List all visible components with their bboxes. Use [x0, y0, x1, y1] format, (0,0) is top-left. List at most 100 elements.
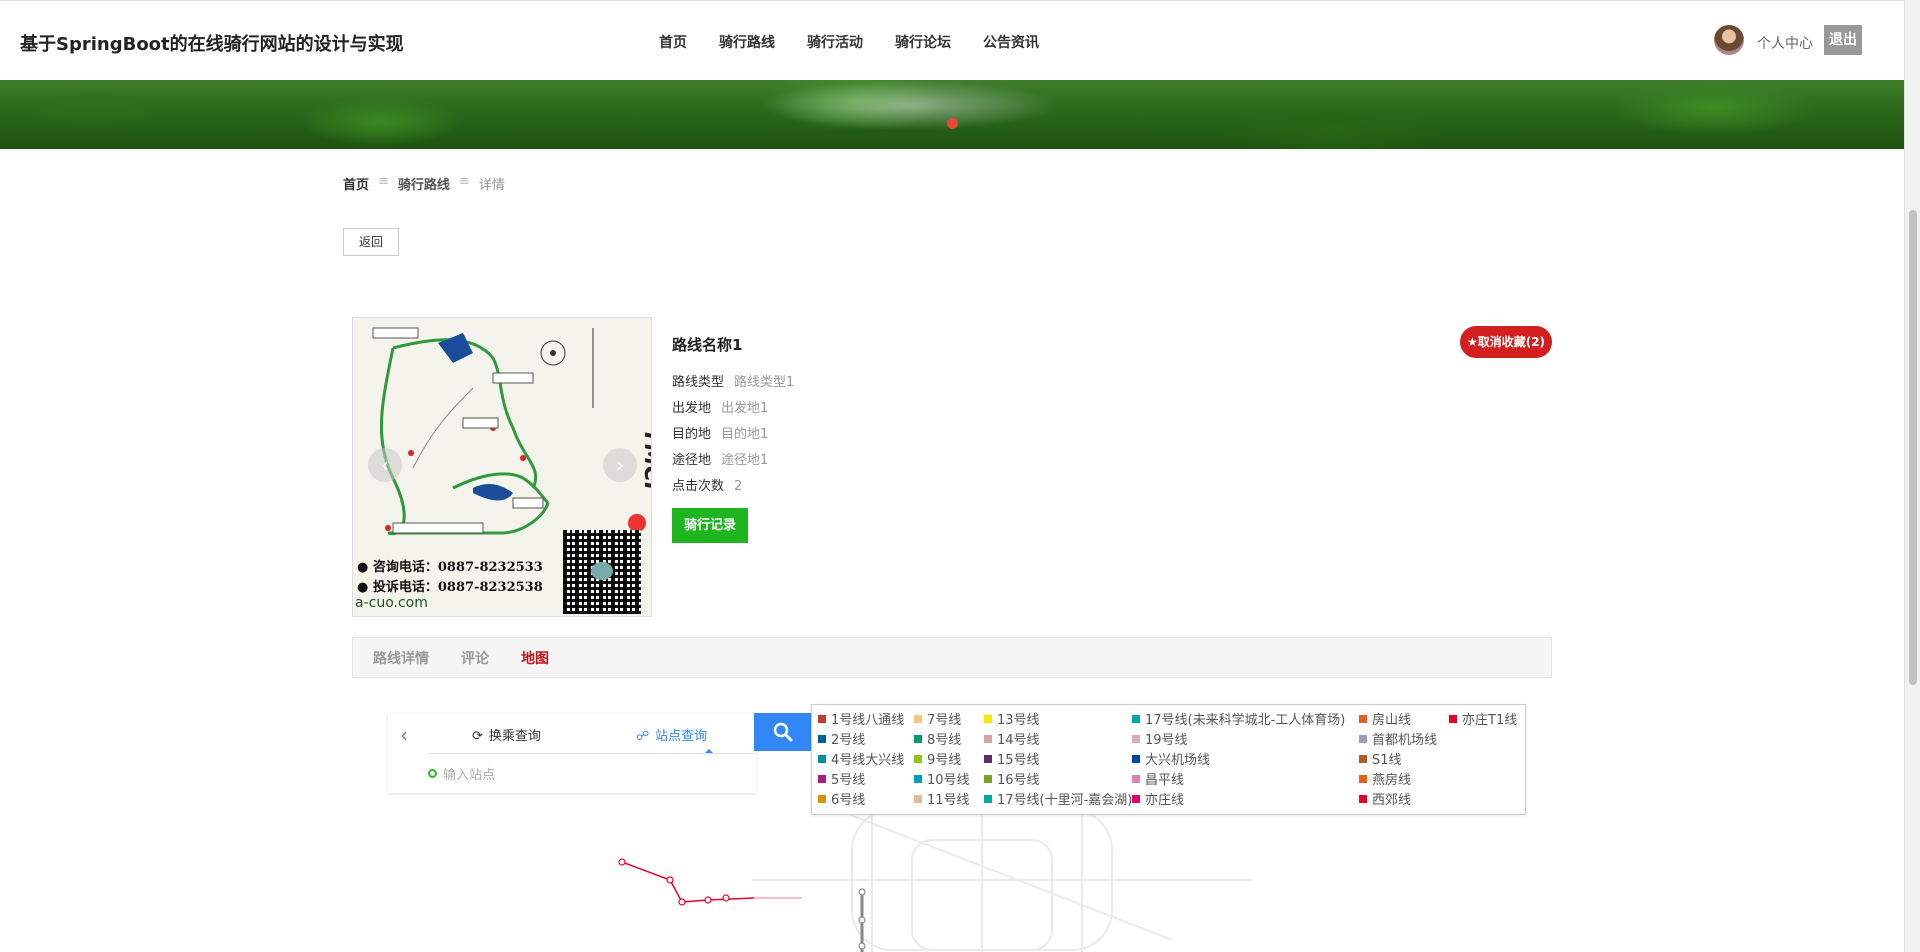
legend-item[interactable]: 14号线	[984, 729, 1040, 748]
legend-item-label: 9号线	[927, 753, 962, 768]
site-title: 基于SpringBoot的在线骑行网站的设计与实现	[20, 34, 404, 55]
field-label: 出发地	[672, 401, 712, 416]
legend-item-label: 19号线	[1145, 733, 1188, 748]
unfavorite-button[interactable]: ★取消收藏(2)	[1460, 326, 1552, 358]
legend-item[interactable]: 16号线	[984, 769, 1040, 788]
line-color-swatch	[1359, 794, 1367, 803]
legend-item[interactable]: 4号线大兴线	[818, 749, 904, 768]
line-color-swatch	[1449, 714, 1457, 723]
legend-item[interactable]: 1号线八通线	[818, 709, 904, 728]
legend-item[interactable]: 15号线	[984, 749, 1040, 768]
line-color-swatch	[984, 714, 992, 723]
search-button[interactable]	[754, 713, 812, 751]
breadcrumb-routes[interactable]: 骑行路线	[398, 174, 450, 193]
tab-map[interactable]: 地图	[521, 648, 549, 668]
page: 基于SpringBoot的在线骑行网站的设计与实现 首页 骑行路线 骑行活动 骑…	[0, 0, 1920, 952]
legend-item[interactable]: 2号线	[818, 729, 865, 748]
page-scrollbar[interactable]	[1904, 0, 1920, 952]
breadcrumb-separator: ≡	[378, 174, 389, 189]
qr-code	[563, 530, 641, 614]
legend-item[interactable]: 19号线	[1132, 729, 1188, 748]
carousel-indicator[interactable]	[947, 118, 958, 129]
legend-item[interactable]: 大兴机场线	[1132, 749, 1210, 768]
legend-item[interactable]: 燕房线	[1359, 769, 1411, 788]
ride-record-button[interactable]: 骑行记录	[672, 508, 748, 543]
field-value: 途径地1	[721, 453, 769, 468]
tab-comments[interactable]: 评论	[461, 648, 489, 668]
subway-map[interactable]: ‹ ⟳ 换乘查询 ☍ 站点查询 输入站点 1号线八通线 2号线 4号线大兴线 5号线 6号线…	[352, 700, 1552, 952]
legend-item-label: 西郊线	[1372, 793, 1412, 808]
legend-item[interactable]: 10号线	[914, 769, 970, 788]
legend-item-label: 首都机场线	[1372, 733, 1438, 748]
transfer-query-tab[interactable]: ⟳ 换乘查询	[472, 725, 541, 744]
breadcrumb-separator: ≡	[458, 174, 470, 189]
search-icon	[773, 722, 793, 742]
legend-item[interactable]: 11号线	[914, 789, 970, 808]
line-color-swatch	[818, 734, 826, 743]
line-color-swatch	[914, 714, 922, 723]
photo-next-arrow[interactable]: ›	[603, 448, 637, 482]
station-search-panel: ‹ ⟳ 换乘查询 ☍ 站点查询 输入站点	[388, 713, 756, 793]
legend-item[interactable]: 9号线	[914, 749, 961, 768]
scrollbar-thumb[interactable]	[1909, 210, 1917, 685]
legend-item[interactable]: 7号线	[914, 709, 961, 728]
refresh-icon: ⟳	[472, 729, 483, 744]
line-color-swatch	[818, 794, 826, 803]
map-route-lines	[618, 858, 866, 952]
legend-item[interactable]: 6号线	[818, 789, 865, 808]
nav-routes[interactable]: 骑行路线	[719, 32, 775, 52]
nav-forum[interactable]: 骑行论坛	[895, 32, 951, 52]
logout-button[interactable]: 退出	[1824, 25, 1862, 55]
back-button[interactable]: 返回	[343, 228, 399, 256]
tab-route-details[interactable]: 路线详情	[373, 648, 429, 668]
route-name: 路线名称1	[672, 336, 743, 354]
field-click-count: 点击次数 2	[672, 475, 742, 494]
detail-tabs: 路线详情 评论 地图	[352, 637, 1552, 678]
legend-item[interactable]: 13号线	[984, 709, 1040, 728]
line-color-swatch	[818, 714, 826, 723]
legend-item-label: 4号线大兴线	[831, 753, 905, 768]
field-value: 目的地1	[721, 427, 769, 442]
legend-item-label: 8号线	[927, 733, 962, 748]
station-query-tab[interactable]: ☍ 站点查询	[636, 725, 707, 744]
back-arrow-icon[interactable]: ‹	[400, 723, 408, 747]
station-input[interactable]: 输入站点	[428, 763, 728, 783]
line-color-swatch	[1359, 754, 1367, 763]
legend-item-label: 2号线	[831, 733, 866, 748]
line-color-swatch	[914, 734, 922, 743]
user-center-link[interactable]: 个人中心	[1757, 33, 1813, 53]
line-color-swatch	[914, 774, 922, 783]
legend-item[interactable]: 亦庄线	[1132, 789, 1184, 808]
photo-prev-arrow[interactable]: ‹	[368, 448, 402, 482]
legend-item-label: 1号线八通线	[831, 713, 905, 728]
field-label: 目的地	[672, 427, 712, 442]
route-icon: ☍	[636, 729, 650, 744]
legend-item[interactable]: 8号线	[914, 729, 961, 748]
legend-item-label: 13号线	[997, 713, 1040, 728]
transfer-query-label: 换乘查询	[488, 729, 541, 744]
line-color-swatch	[914, 794, 922, 803]
nav-activities[interactable]: 骑行活动	[807, 32, 863, 52]
legend-item[interactable]: 17号线(十里河-嘉会湖)	[984, 789, 1132, 808]
line-color-swatch	[1359, 714, 1367, 723]
legend-item-label: 17号线(未来科学城北-工人体育场)	[1145, 713, 1346, 728]
station-query-label: 站点查询	[655, 729, 708, 744]
legend-item[interactable]: 亦庄T1线	[1449, 709, 1517, 728]
nav-announcements[interactable]: 公告资讯	[983, 32, 1039, 52]
legend-item-label: 6号线	[831, 793, 866, 808]
legend-item-label: 10号线	[927, 773, 970, 788]
nav-home[interactable]: 首页	[659, 32, 687, 52]
breadcrumb-home[interactable]: 首页	[343, 174, 369, 193]
line-color-swatch	[1132, 794, 1140, 803]
legend-item[interactable]: 17号线(未来科学城北-工人体育场)	[1132, 709, 1345, 728]
legend-item[interactable]: S1线	[1359, 749, 1402, 768]
legend-item[interactable]: 昌平线	[1132, 769, 1184, 788]
legend-item-label: 亦庄T1线	[1462, 713, 1518, 728]
legend-item[interactable]: 5号线	[818, 769, 865, 788]
legend-item-label: 亦庄线	[1145, 793, 1185, 808]
legend-item[interactable]: 首都机场线	[1359, 729, 1437, 748]
avatar[interactable]	[1714, 25, 1744, 55]
legend-item[interactable]: 西郊线	[1359, 789, 1411, 808]
line-color-swatch	[984, 774, 992, 783]
legend-item[interactable]: 房山线	[1359, 709, 1411, 728]
